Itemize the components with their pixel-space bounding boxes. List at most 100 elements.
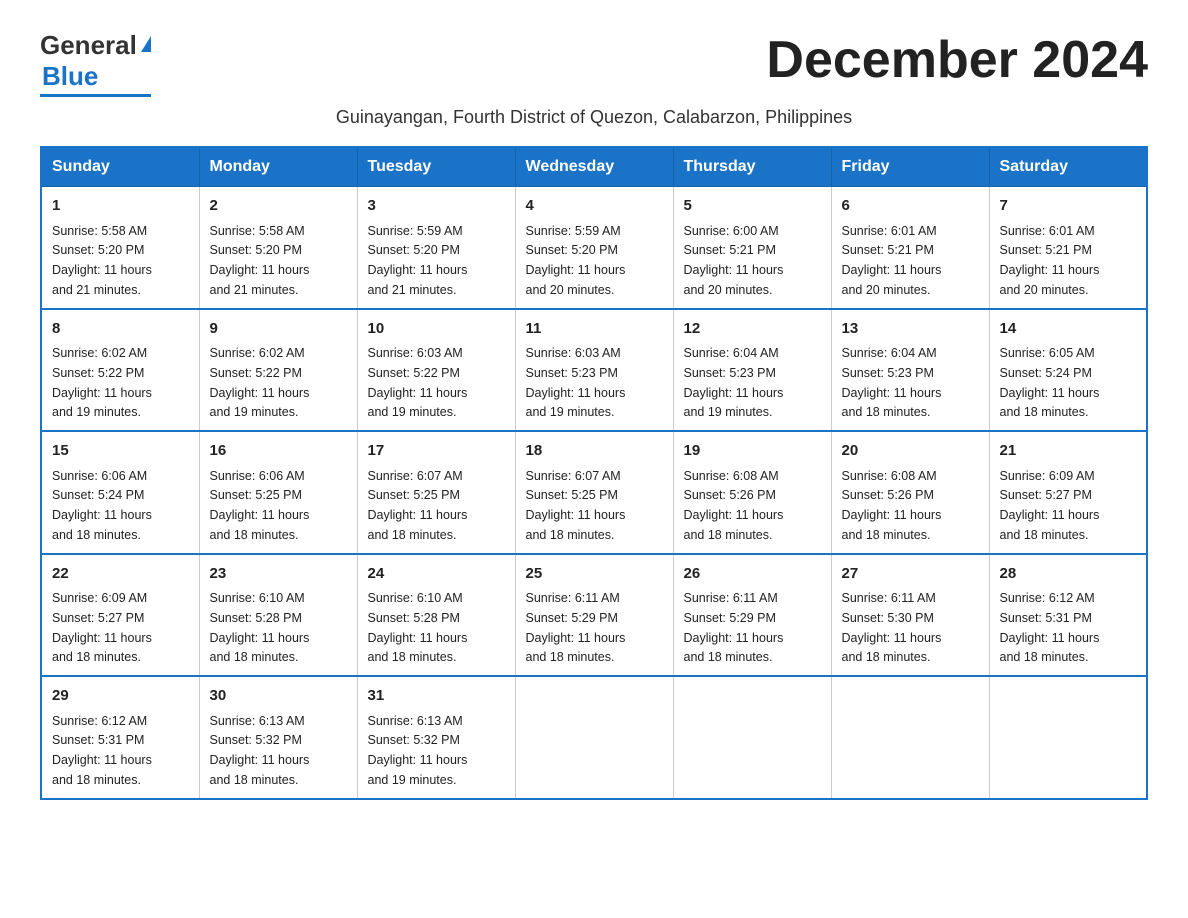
calendar-week-row: 1 Sunrise: 5:58 AMSunset: 5:20 PMDayligh…: [41, 187, 1147, 309]
day-info: Sunrise: 5:59 AMSunset: 5:20 PMDaylight:…: [368, 224, 468, 297]
day-info: Sunrise: 6:10 AMSunset: 5:28 PMDaylight:…: [368, 591, 468, 664]
day-info: Sunrise: 6:07 AMSunset: 5:25 PMDaylight:…: [368, 469, 468, 542]
day-info: Sunrise: 6:12 AMSunset: 5:31 PMDaylight:…: [52, 714, 152, 787]
day-number: 22: [52, 563, 189, 586]
day-info: Sunrise: 6:03 AMSunset: 5:22 PMDaylight:…: [368, 346, 468, 419]
day-info: Sunrise: 6:11 AMSunset: 5:29 PMDaylight:…: [526, 591, 626, 664]
day-info: Sunrise: 6:11 AMSunset: 5:30 PMDaylight:…: [842, 591, 942, 664]
calendar-header-wednesday: Wednesday: [515, 147, 673, 187]
day-number: 28: [1000, 563, 1137, 586]
calendar-cell: 20 Sunrise: 6:08 AMSunset: 5:26 PMDaylig…: [831, 431, 989, 554]
day-info: Sunrise: 5:58 AMSunset: 5:20 PMDaylight:…: [210, 224, 310, 297]
calendar-cell: 17 Sunrise: 6:07 AMSunset: 5:25 PMDaylig…: [357, 431, 515, 554]
calendar-cell: 25 Sunrise: 6:11 AMSunset: 5:29 PMDaylig…: [515, 554, 673, 677]
day-number: 31: [368, 685, 505, 708]
calendar-cell: 3 Sunrise: 5:59 AMSunset: 5:20 PMDayligh…: [357, 187, 515, 309]
day-number: 4: [526, 195, 663, 218]
day-info: Sunrise: 5:58 AMSunset: 5:20 PMDaylight:…: [52, 224, 152, 297]
day-number: 9: [210, 318, 347, 341]
calendar-cell: 6 Sunrise: 6:01 AMSunset: 5:21 PMDayligh…: [831, 187, 989, 309]
day-number: 16: [210, 440, 347, 463]
calendar-week-row: 22 Sunrise: 6:09 AMSunset: 5:27 PMDaylig…: [41, 554, 1147, 677]
calendar-cell: 27 Sunrise: 6:11 AMSunset: 5:30 PMDaylig…: [831, 554, 989, 677]
calendar-cell: 16 Sunrise: 6:06 AMSunset: 5:25 PMDaylig…: [199, 431, 357, 554]
calendar-cell: 5 Sunrise: 6:00 AMSunset: 5:21 PMDayligh…: [673, 187, 831, 309]
day-number: 12: [684, 318, 821, 341]
calendar-cell: 23 Sunrise: 6:10 AMSunset: 5:28 PMDaylig…: [199, 554, 357, 677]
day-number: 27: [842, 563, 979, 586]
day-number: 10: [368, 318, 505, 341]
day-number: 6: [842, 195, 979, 218]
calendar-header-thursday: Thursday: [673, 147, 831, 187]
logo-triangle-icon: [141, 36, 151, 52]
day-info: Sunrise: 6:04 AMSunset: 5:23 PMDaylight:…: [842, 346, 942, 419]
calendar-cell: 14 Sunrise: 6:05 AMSunset: 5:24 PMDaylig…: [989, 309, 1147, 432]
day-number: 29: [52, 685, 189, 708]
calendar-cell: 7 Sunrise: 6:01 AMSunset: 5:21 PMDayligh…: [989, 187, 1147, 309]
day-number: 26: [684, 563, 821, 586]
day-info: Sunrise: 6:05 AMSunset: 5:24 PMDaylight:…: [1000, 346, 1100, 419]
calendar-header-monday: Monday: [199, 147, 357, 187]
logo-text-black: General: [40, 30, 137, 61]
day-info: Sunrise: 6:13 AMSunset: 5:32 PMDaylight:…: [210, 714, 310, 787]
day-info: Sunrise: 6:12 AMSunset: 5:31 PMDaylight:…: [1000, 591, 1100, 664]
calendar-cell: 30 Sunrise: 6:13 AMSunset: 5:32 PMDaylig…: [199, 676, 357, 799]
calendar-cell: 22 Sunrise: 6:09 AMSunset: 5:27 PMDaylig…: [41, 554, 199, 677]
day-number: 3: [368, 195, 505, 218]
calendar-cell: [515, 676, 673, 799]
day-info: Sunrise: 6:07 AMSunset: 5:25 PMDaylight:…: [526, 469, 626, 542]
calendar-cell: 8 Sunrise: 6:02 AMSunset: 5:22 PMDayligh…: [41, 309, 199, 432]
calendar-cell: 10 Sunrise: 6:03 AMSunset: 5:22 PMDaylig…: [357, 309, 515, 432]
day-number: 14: [1000, 318, 1137, 341]
day-number: 5: [684, 195, 821, 218]
calendar-cell: 29 Sunrise: 6:12 AMSunset: 5:31 PMDaylig…: [41, 676, 199, 799]
day-info: Sunrise: 6:09 AMSunset: 5:27 PMDaylight:…: [1000, 469, 1100, 542]
calendar-cell: 18 Sunrise: 6:07 AMSunset: 5:25 PMDaylig…: [515, 431, 673, 554]
day-info: Sunrise: 6:02 AMSunset: 5:22 PMDaylight:…: [210, 346, 310, 419]
calendar-cell: [673, 676, 831, 799]
calendar-cell: 2 Sunrise: 5:58 AMSunset: 5:20 PMDayligh…: [199, 187, 357, 309]
day-number: 25: [526, 563, 663, 586]
logo-text-blue: Blue: [42, 61, 98, 92]
calendar-week-row: 15 Sunrise: 6:06 AMSunset: 5:24 PMDaylig…: [41, 431, 1147, 554]
calendar-cell: 21 Sunrise: 6:09 AMSunset: 5:27 PMDaylig…: [989, 431, 1147, 554]
calendar-header-row: SundayMondayTuesdayWednesdayThursdayFrid…: [41, 147, 1147, 187]
calendar-cell: 26 Sunrise: 6:11 AMSunset: 5:29 PMDaylig…: [673, 554, 831, 677]
day-number: 15: [52, 440, 189, 463]
day-info: Sunrise: 6:13 AMSunset: 5:32 PMDaylight:…: [368, 714, 468, 787]
day-number: 21: [1000, 440, 1137, 463]
day-info: Sunrise: 6:10 AMSunset: 5:28 PMDaylight:…: [210, 591, 310, 664]
day-number: 2: [210, 195, 347, 218]
logo: General Blue: [40, 30, 151, 97]
day-info: Sunrise: 6:06 AMSunset: 5:25 PMDaylight:…: [210, 469, 310, 542]
calendar-cell: 19 Sunrise: 6:08 AMSunset: 5:26 PMDaylig…: [673, 431, 831, 554]
day-number: 13: [842, 318, 979, 341]
day-number: 24: [368, 563, 505, 586]
day-number: 20: [842, 440, 979, 463]
calendar-cell: 11 Sunrise: 6:03 AMSunset: 5:23 PMDaylig…: [515, 309, 673, 432]
day-number: 19: [684, 440, 821, 463]
calendar-cell: 12 Sunrise: 6:04 AMSunset: 5:23 PMDaylig…: [673, 309, 831, 432]
day-info: Sunrise: 6:04 AMSunset: 5:23 PMDaylight:…: [684, 346, 784, 419]
day-info: Sunrise: 6:08 AMSunset: 5:26 PMDaylight:…: [684, 469, 784, 542]
calendar-cell: 4 Sunrise: 5:59 AMSunset: 5:20 PMDayligh…: [515, 187, 673, 309]
day-number: 1: [52, 195, 189, 218]
calendar-week-row: 29 Sunrise: 6:12 AMSunset: 5:31 PMDaylig…: [41, 676, 1147, 799]
day-info: Sunrise: 6:01 AMSunset: 5:21 PMDaylight:…: [1000, 224, 1100, 297]
day-info: Sunrise: 6:11 AMSunset: 5:29 PMDaylight:…: [684, 591, 784, 664]
calendar-cell: [831, 676, 989, 799]
calendar-cell: 9 Sunrise: 6:02 AMSunset: 5:22 PMDayligh…: [199, 309, 357, 432]
day-info: Sunrise: 6:02 AMSunset: 5:22 PMDaylight:…: [52, 346, 152, 419]
calendar-cell: 1 Sunrise: 5:58 AMSunset: 5:20 PMDayligh…: [41, 187, 199, 309]
day-number: 8: [52, 318, 189, 341]
calendar-week-row: 8 Sunrise: 6:02 AMSunset: 5:22 PMDayligh…: [41, 309, 1147, 432]
page-title: December 2024: [766, 30, 1148, 90]
calendar-table: SundayMondayTuesdayWednesdayThursdayFrid…: [40, 146, 1148, 800]
page-subtitle: Guinayangan, Fourth District of Quezon, …: [40, 107, 1148, 128]
day-number: 30: [210, 685, 347, 708]
day-info: Sunrise: 6:08 AMSunset: 5:26 PMDaylight:…: [842, 469, 942, 542]
calendar-cell: 13 Sunrise: 6:04 AMSunset: 5:23 PMDaylig…: [831, 309, 989, 432]
day-info: Sunrise: 6:00 AMSunset: 5:21 PMDaylight:…: [684, 224, 784, 297]
calendar-cell: 31 Sunrise: 6:13 AMSunset: 5:32 PMDaylig…: [357, 676, 515, 799]
calendar-header-sunday: Sunday: [41, 147, 199, 187]
